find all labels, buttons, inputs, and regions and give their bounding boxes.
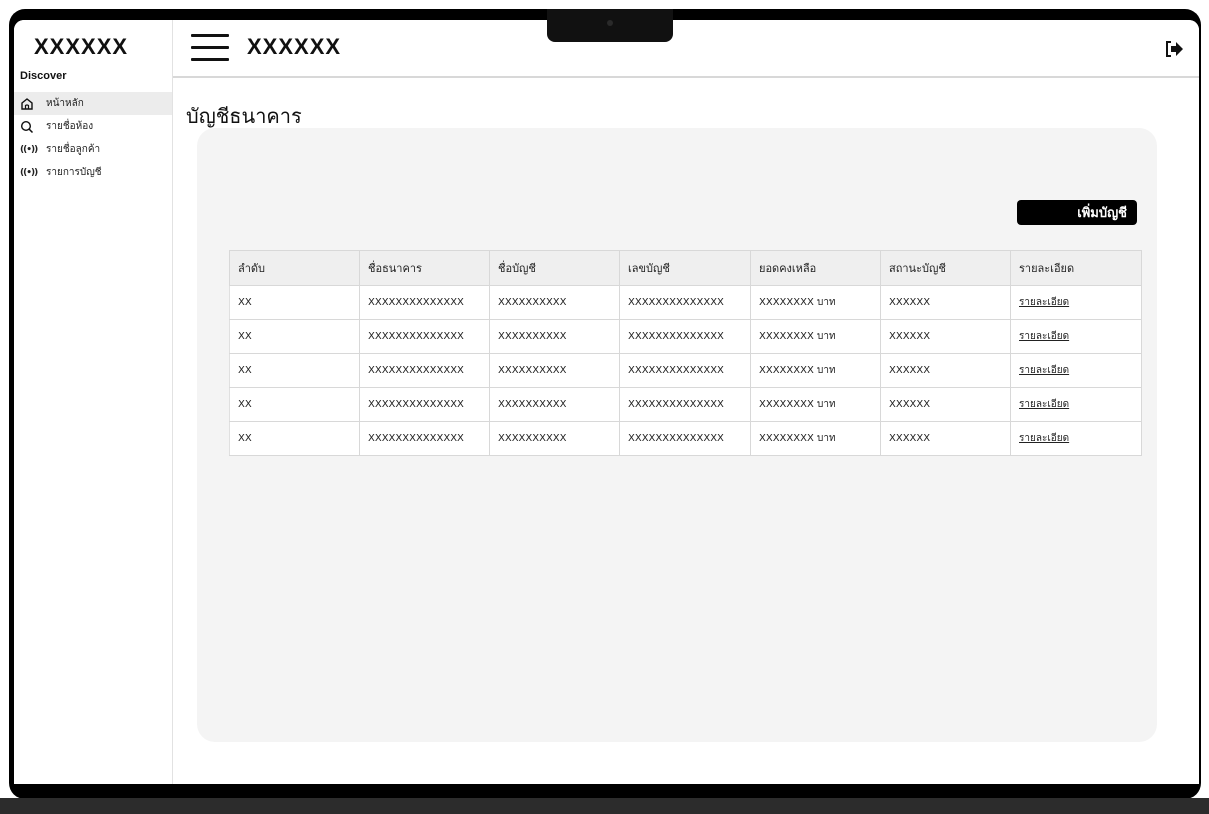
sidebar-item-label: รายชื่อห้อง — [46, 121, 94, 132]
cell-account-number: XXXXXXXXXXXXXX — [619, 285, 751, 320]
cell-status: XXXXXX — [880, 353, 1011, 388]
cell-bank-name: XXXXXXXXXXXXXX — [359, 387, 490, 422]
cell-account-number: XXXXXXXXXXXXXX — [619, 387, 751, 422]
cell-balance: XXXXXXXX บาท — [750, 319, 881, 354]
cell-status: XXXXXX — [880, 387, 1011, 422]
cell-index: XX — [229, 319, 360, 354]
cell-bank-name: XXXXXXXXXXXXXX — [359, 353, 490, 388]
add-account-button[interactable]: เพิ่มบัญชี — [1017, 200, 1137, 225]
sidebar-item-label: รายการบัญชี — [46, 167, 102, 178]
column-header-index: ลำดับ — [229, 250, 360, 286]
column-header-balance: ยอดคงเหลือ — [750, 250, 881, 286]
camera-notch — [547, 9, 673, 42]
search-icon — [20, 120, 46, 134]
device-base — [0, 798, 1209, 814]
cell-account-name: XXXXXXXXXX — [489, 285, 620, 320]
cell-account-name: XXXXXXXXXX — [489, 319, 620, 354]
cell-status: XXXXXX — [880, 285, 1011, 320]
details-link[interactable]: รายละเอียด — [1010, 285, 1142, 320]
accounts-table: ลำดับ ชื่อธนาคาร ชื่อบัญชี เลขบัญชี ยอดค… — [229, 250, 1142, 456]
table-row: XX XXXXXXXXXXXXXX XXXXXXXXXX XXXXXXXXXXX… — [229, 421, 1142, 456]
cell-account-name: XXXXXXXXXX — [489, 353, 620, 388]
broadcast-icon: ((•)) — [20, 144, 38, 155]
cell-index: XX — [229, 387, 360, 422]
column-header-status: สถานะบัญชี — [880, 250, 1011, 286]
table-row: XX XXXXXXXXXXXXXX XXXXXXXXXX XXXXXXXXXXX… — [229, 353, 1142, 388]
details-link[interactable]: รายละเอียด — [1010, 421, 1142, 456]
column-header-account-name: ชื่อบัญชี — [489, 250, 620, 286]
cell-account-number: XXXXXXXXXXXXXX — [619, 319, 751, 354]
hamburger-menu-icon[interactable] — [191, 34, 229, 62]
cell-bank-name: XXXXXXXXXXXXXX — [359, 285, 490, 320]
cell-balance: XXXXXXXX บาท — [750, 353, 881, 388]
sidebar-item-accounts[interactable]: ((•)) รายการบัญชี — [14, 161, 172, 184]
column-header-bank-name: ชื่อธนาคาร — [359, 250, 490, 286]
sidebar-nav: หน้าหลัก รายชื่อห้อง ((•)) รายชื่อลูกค้า… — [14, 92, 172, 184]
cell-index: XX — [229, 353, 360, 388]
cell-bank-name: XXXXXXXXXXXXXX — [359, 421, 490, 456]
column-header-account-number: เลขบัญชี — [619, 250, 751, 286]
cell-index: XX — [229, 421, 360, 456]
broadcast-icon: ((•)) — [20, 167, 38, 178]
details-link[interactable]: รายละเอียด — [1010, 387, 1142, 422]
cell-balance: XXXXXXXX บาท — [750, 387, 881, 422]
home-icon — [20, 97, 46, 111]
cell-account-number: XXXXXXXXXXXXXX — [619, 353, 751, 388]
camera-icon — [607, 20, 613, 26]
cell-status: XXXXXX — [880, 319, 1011, 354]
table-header-row: ลำดับ ชื่อธนาคาร ชื่อบัญชี เลขบัญชี ยอดค… — [229, 250, 1142, 286]
cell-account-name: XXXXXXXXXX — [489, 421, 620, 456]
cell-status: XXXXXX — [880, 421, 1011, 456]
cell-balance: XXXXXXXX บาท — [750, 421, 881, 456]
cell-bank-name: XXXXXXXXXXXXXX — [359, 319, 490, 354]
top-bar: XXXXXX — [173, 20, 1199, 78]
table-row: XX XXXXXXXXXXXXXX XXXXXXXXXX XXXXXXXXXXX… — [229, 319, 1142, 354]
sidebar: XXXXXX Discover หน้าหลัก รายชื่อห้อง ((•… — [14, 20, 173, 784]
app-screen: XXXXXX Discover หน้าหลัก รายชื่อห้อง ((•… — [14, 20, 1199, 784]
logout-icon[interactable] — [1163, 38, 1185, 60]
header-title: XXXXXX — [247, 34, 342, 59]
sidebar-item-label: รายชื่อลูกค้า — [46, 144, 101, 155]
cell-account-name: XXXXXXXXXX — [489, 387, 620, 422]
sidebar-section-title: Discover — [20, 70, 67, 82]
cell-balance: XXXXXXXX บาท — [750, 285, 881, 320]
table-row: XX XXXXXXXXXXXXXX XXXXXXXXXX XXXXXXXXXXX… — [229, 387, 1142, 422]
sidebar-item-home[interactable]: หน้าหลัก — [14, 92, 172, 115]
sidebar-brand: XXXXXX — [34, 34, 129, 59]
details-link[interactable]: รายละเอียด — [1010, 319, 1142, 354]
cell-index: XX — [229, 285, 360, 320]
sidebar-item-rooms[interactable]: รายชื่อห้อง — [14, 115, 172, 138]
details-link[interactable]: รายละเอียด — [1010, 353, 1142, 388]
cell-account-number: XXXXXXXXXXXXXX — [619, 421, 751, 456]
sidebar-item-label: หน้าหลัก — [46, 98, 84, 109]
accounts-card: เพิ่มบัญชี ลำดับ ชื่อธนาคาร ชื่อบัญชี เล… — [197, 128, 1157, 742]
sidebar-item-customers[interactable]: ((•)) รายชื่อลูกค้า — [14, 138, 172, 161]
table-row: XX XXXXXXXXXXXXXX XXXXXXXXXX XXXXXXXXXXX… — [229, 285, 1142, 320]
column-header-details: รายละเอียด — [1010, 250, 1142, 286]
